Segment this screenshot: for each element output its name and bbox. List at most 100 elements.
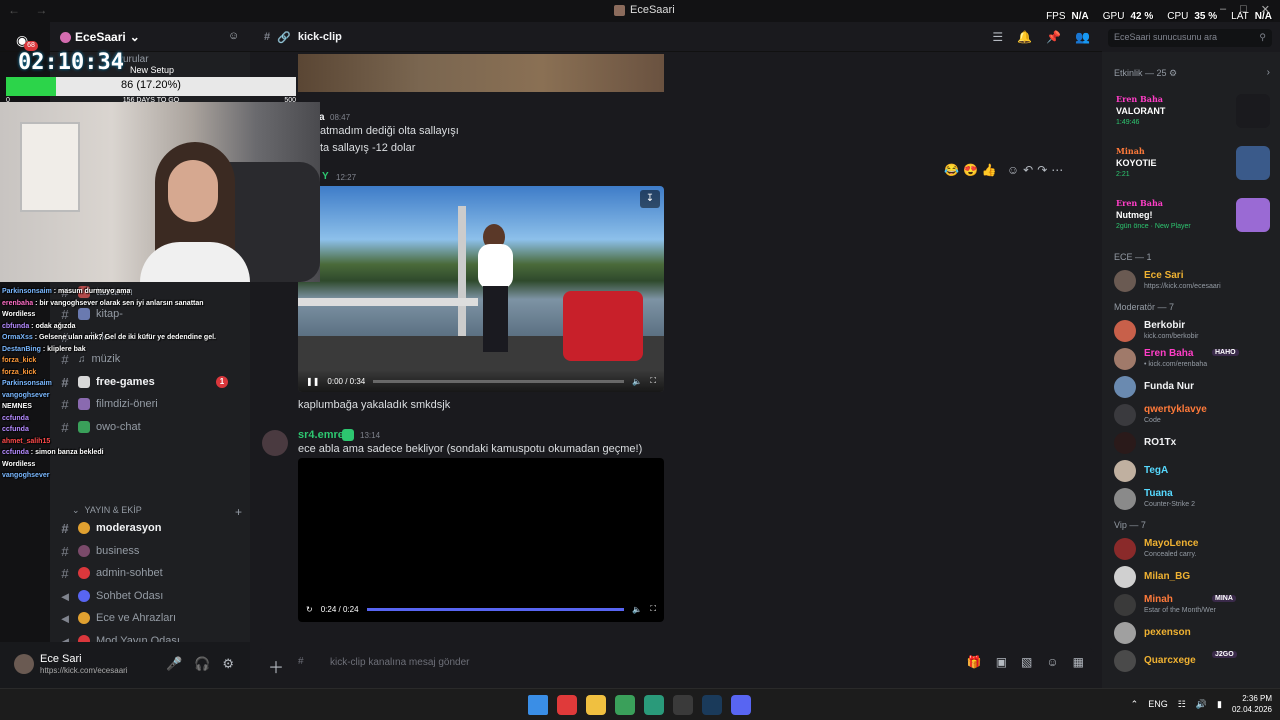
game-thumbnail	[1236, 198, 1270, 232]
channel-7[interactable]: # filmdizi-öneri	[58, 394, 238, 414]
microphone-icon[interactable]: 🎤	[166, 656, 182, 672]
avatar	[1114, 432, 1136, 454]
member-item[interactable]: qwertyklavye Code	[1108, 402, 1274, 428]
discord-icon[interactable]	[731, 695, 751, 715]
message-time: 13:14	[360, 431, 381, 440]
chevron-right-icon[interactable]: ›	[1267, 67, 1270, 78]
pin-icon[interactable]: 📌	[1046, 30, 1061, 44]
message-author[interactable]: sr4.emre	[298, 429, 344, 441]
gear-icon[interactable]: ⚙	[222, 656, 234, 672]
channel-team-3[interactable]: ◄ Sohbet Odası	[58, 586, 238, 606]
emoji-icon[interactable]: ☺	[1046, 655, 1058, 669]
activity-card[interactable]: Eren Baha Nutmeg! 2gün önce · New Player	[1108, 192, 1274, 238]
chat-user: erenbaha	[2, 299, 34, 307]
chrome-icon[interactable]	[615, 695, 635, 715]
member-item[interactable]: MayoLence Concealed carry.	[1108, 536, 1274, 562]
member-item[interactable]: Quarcxege J2GO	[1108, 648, 1274, 674]
channel-6[interactable]: # free-games 1	[58, 372, 238, 392]
activity-card[interactable]: Minah KOYOTIE 2:21	[1108, 140, 1274, 186]
gift-icon[interactable]: 🎁	[967, 655, 982, 669]
bell-icon[interactable]: 🔔	[1017, 30, 1032, 44]
member-item[interactable]: Minah MINA Estar of the Month/Wer	[1108, 592, 1274, 618]
user-panel: Ece Sari https://kick.com/ecesaari 🎤 🎧 ⚙	[0, 642, 250, 688]
threads-icon[interactable]: ☰	[992, 30, 1003, 44]
channel-team-5[interactable]: ◄ Mod Yayın Odası	[58, 631, 238, 642]
fullscreen-icon[interactable]: ⛶	[650, 604, 656, 614]
reaction-thumbs-up-icon[interactable]: 👍	[982, 163, 997, 177]
clock-time: 2:36 PM	[1242, 694, 1272, 703]
member-item[interactable]: RO1Tx	[1108, 430, 1274, 456]
add-attachment-button[interactable]: ＋	[268, 654, 284, 678]
activity-game: KOYOTIE	[1116, 158, 1157, 168]
chat-user: forza_kick	[2, 357, 37, 364]
add-reaction-icon[interactable]: ☺	[1007, 163, 1019, 177]
message-composer[interactable]: ＋ # kick-clip kanalına mesaj gönder 🎁 ▣ …	[258, 648, 1094, 678]
avatar[interactable]	[14, 654, 34, 674]
replay-icon[interactable]: ↻	[306, 605, 313, 614]
member-item[interactable]: Milan_BG	[1108, 564, 1274, 590]
wifi-icon[interactable]: ☷	[1178, 699, 1186, 710]
channel-team-4[interactable]: ◄ Ece ve Ahrazları	[58, 608, 238, 628]
gpu-value: 42 %	[1130, 11, 1154, 22]
webcam-person	[140, 142, 250, 282]
channel-team-2[interactable]: # admin-sohbet	[58, 563, 238, 583]
download-icon[interactable]: ↧	[640, 190, 660, 208]
volume-icon[interactable]: 🔈	[632, 377, 642, 386]
channel-label: filmdizi-öneri	[96, 398, 158, 410]
chat-text: simon banza bekledi	[35, 449, 104, 456]
member-item[interactable]: Eren Baha HAHO • kick.com/erenbaha	[1108, 346, 1274, 372]
add-channel-icon[interactable]: +	[235, 505, 242, 519]
video-seekbar[interactable]	[373, 379, 625, 383]
file-explorer-icon[interactable]	[586, 695, 606, 715]
clock[interactable]: 2:36 PM 02.04.2026	[1232, 693, 1272, 715]
reaction-laugh-icon[interactable]: 😂	[944, 163, 959, 177]
member-item[interactable]: pexenson	[1108, 620, 1274, 646]
search-input[interactable]: EceSaari sunucusunu ara ⚲	[1108, 29, 1272, 47]
channel-3[interactable]: # kitap-	[58, 304, 238, 324]
headphones-icon[interactable]: 🎧	[194, 656, 210, 672]
sticker-icon[interactable]: ▧	[1021, 655, 1032, 669]
volume-icon[interactable]: 🔈	[632, 605, 642, 614]
member-item[interactable]: Funda Nur	[1108, 374, 1274, 400]
app-red-icon[interactable]	[557, 695, 577, 715]
more-icon[interactable]: ⋯	[1051, 163, 1063, 177]
apps-icon[interactable]: ▦	[1073, 655, 1084, 669]
channel-8[interactable]: # owo-chat	[58, 417, 238, 437]
chat-overlay-line: Wordiless	[2, 311, 35, 318]
lang-indicator[interactable]: ENG	[1148, 699, 1168, 709]
chevron-up-icon[interactable]: ⌃	[1131, 699, 1139, 710]
gif-icon[interactable]: ▣	[996, 655, 1007, 669]
member-item[interactable]: Tuana Counter-Strike 2	[1108, 486, 1274, 512]
hash-icon: #	[61, 520, 69, 536]
volume-icon[interactable]: 🔊	[1196, 699, 1207, 710]
start-icon[interactable]	[528, 695, 548, 715]
avatar[interactable]	[262, 430, 288, 456]
nav-arrows[interactable]: ← →	[8, 3, 53, 17]
message-author[interactable]: Y	[322, 171, 329, 182]
battery-icon[interactable]: ▮	[1217, 699, 1222, 710]
video-player[interactable]: ↧ ❚❚ 0:00 / 0:34 🔈 ⛶	[298, 186, 664, 392]
speaker-icon: ◄	[58, 588, 72, 604]
grammarly-icon[interactable]	[644, 695, 664, 715]
category-header[interactable]: ⌄ YAYIN & EKİP +	[72, 505, 242, 519]
forward-icon[interactable]: ↷	[1037, 163, 1047, 177]
attachment-image[interactable]	[298, 54, 664, 92]
member-item[interactable]: Berkobir kick.com/berkobir	[1108, 318, 1274, 344]
channel-team-0[interactable]: # moderasyon	[58, 518, 238, 538]
video-seekbar[interactable]	[366, 607, 625, 611]
activity-card[interactable]: Eren Baha VALORANT 1:49:46	[1108, 88, 1274, 134]
app-dark-icon[interactable]	[673, 695, 693, 715]
chat-overlay-line: ccfunda	[2, 415, 29, 422]
channel-team-1[interactable]: # business	[58, 541, 238, 561]
fullscreen-icon[interactable]: ⛶	[650, 376, 656, 386]
video-player[interactable]: ↻ 0:24 / 0:24 🔈 ⛶	[298, 458, 664, 622]
member-item[interactable]: TegA	[1108, 458, 1274, 484]
settings-icon[interactable]: ⚙	[1169, 68, 1177, 78]
member-item[interactable]: Ece Sari https://kick.com/ecesaari	[1108, 268, 1274, 294]
unread-badge: 68	[24, 41, 38, 51]
reply-icon[interactable]: ↶	[1023, 163, 1033, 177]
pause-icon[interactable]: ❚❚	[306, 377, 319, 386]
reaction-heart-eyes-icon[interactable]: 😍	[963, 163, 978, 177]
members-icon[interactable]: 👥	[1075, 30, 1090, 44]
steam-icon[interactable]	[702, 695, 722, 715]
